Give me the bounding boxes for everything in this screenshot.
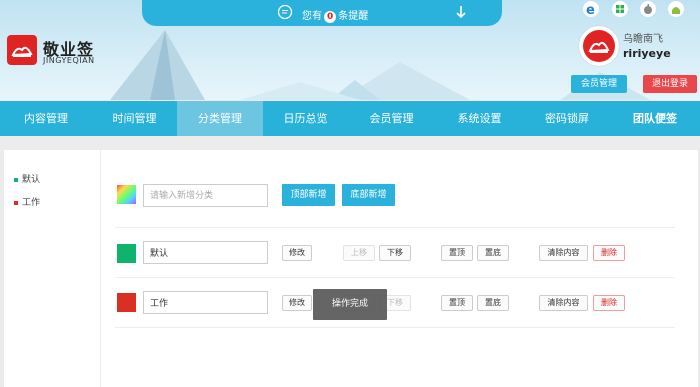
category-name-input[interactable] <box>143 241 268 264</box>
ie-icon[interactable]: e <box>583 1 599 18</box>
category-name-input[interactable] <box>143 291 268 314</box>
delete-button[interactable]: 删除 <box>593 245 625 261</box>
row-divider <box>115 277 675 278</box>
reminder-bar[interactable]: 您有 0 条提醒 <box>142 0 502 26</box>
user-nickname: 乌瞻南飞 <box>623 34 663 45</box>
color-picker-swatch[interactable] <box>117 185 136 204</box>
category-dot <box>14 177 18 182</box>
reminder-suffix: 条提醒 <box>338 11 369 22</box>
header: 敬业签 JINGYEQIAN 您有 0 条提醒 e 乌瞻南飞 ririyeye … <box>0 0 700 100</box>
sidebar-item-label: 默认 <box>22 175 41 185</box>
reminder-text: 您有 0 条提醒 <box>302 7 368 23</box>
brand-subtitle: JINGYEQIAN <box>43 56 95 65</box>
nav-item-category[interactable]: 分类管理 <box>177 101 263 136</box>
toast-message: 操作完成 <box>313 289 387 320</box>
sidebar-item-label: 工作 <box>22 198 41 208</box>
add-bottom-button[interactable]: 底部新增 <box>342 184 395 206</box>
logo <box>7 35 37 65</box>
move-up-button[interactable]: 上移 <box>343 245 375 261</box>
pin-top-button[interactable]: 置顶 <box>441 295 473 311</box>
row-divider <box>115 227 675 228</box>
row-divider <box>115 327 675 328</box>
arrow-down-icon[interactable] <box>454 4 468 20</box>
sidebar-item-work[interactable]: 工作 <box>14 195 40 208</box>
avatar[interactable] <box>579 26 619 66</box>
category-panel: 顶部新增 底部新增 修改 上移 下移 置顶 置底 清除内容 删除 修改 上移 下… <box>101 150 698 387</box>
category-color-swatch[interactable] <box>117 244 136 263</box>
nav-item-time[interactable]: 时间管理 <box>92 101 177 136</box>
pin-bottom-button[interactable]: 置底 <box>477 245 509 261</box>
rename-button[interactable]: 修改 <box>282 245 312 261</box>
sidebar-item-default[interactable]: 默认 <box>14 172 40 185</box>
nav-item-settings[interactable]: 系统设置 <box>435 101 524 136</box>
pin-bottom-button[interactable]: 置底 <box>477 295 509 311</box>
main-nav: 内容管理 时间管理 分类管理 日历总览 会员管理 系统设置 密码锁屏 团队便签 <box>0 101 700 136</box>
logout-button[interactable]: 退出登录 <box>643 75 697 93</box>
nav-item-calendar[interactable]: 日历总览 <box>263 101 348 136</box>
add-top-button[interactable]: 顶部新增 <box>282 184 335 206</box>
windows-icon[interactable] <box>612 1 628 17</box>
pin-top-button[interactable]: 置顶 <box>441 245 473 261</box>
logo-icon <box>11 46 33 57</box>
svg-text:e: e <box>586 3 595 17</box>
delete-button[interactable]: 删除 <box>593 295 625 311</box>
android-icon[interactable] <box>668 1 684 17</box>
rename-button[interactable]: 修改 <box>282 295 312 311</box>
clear-content-button[interactable]: 清除内容 <box>539 245 588 261</box>
avatar-image <box>583 30 615 62</box>
nav-item-member[interactable]: 会员管理 <box>348 101 435 136</box>
new-category-input[interactable] <box>143 184 268 207</box>
category-color-swatch[interactable] <box>117 293 136 312</box>
clear-content-button[interactable]: 清除内容 <box>539 295 588 311</box>
user-name: ririyeye <box>623 47 671 60</box>
nav-item-team[interactable]: 团队便签 <box>610 101 700 136</box>
member-management-button[interactable]: 会员管理 <box>571 75 627 93</box>
nav-item-lock[interactable]: 密码锁屏 <box>524 101 610 136</box>
chat-icon <box>277 4 293 20</box>
category-sidebar: 默认 工作 <box>4 150 100 387</box>
nav-item-content[interactable]: 内容管理 <box>0 101 92 136</box>
apple-icon[interactable] <box>640 1 656 17</box>
reminder-prefix: 您有 <box>302 11 322 22</box>
category-dot <box>14 200 18 205</box>
reminder-count-badge: 0 <box>324 11 337 23</box>
app-window: 敬业签 JINGYEQIAN 您有 0 条提醒 e 乌瞻南飞 ririyeye … <box>0 0 700 387</box>
move-down-button[interactable]: 下移 <box>379 245 411 261</box>
